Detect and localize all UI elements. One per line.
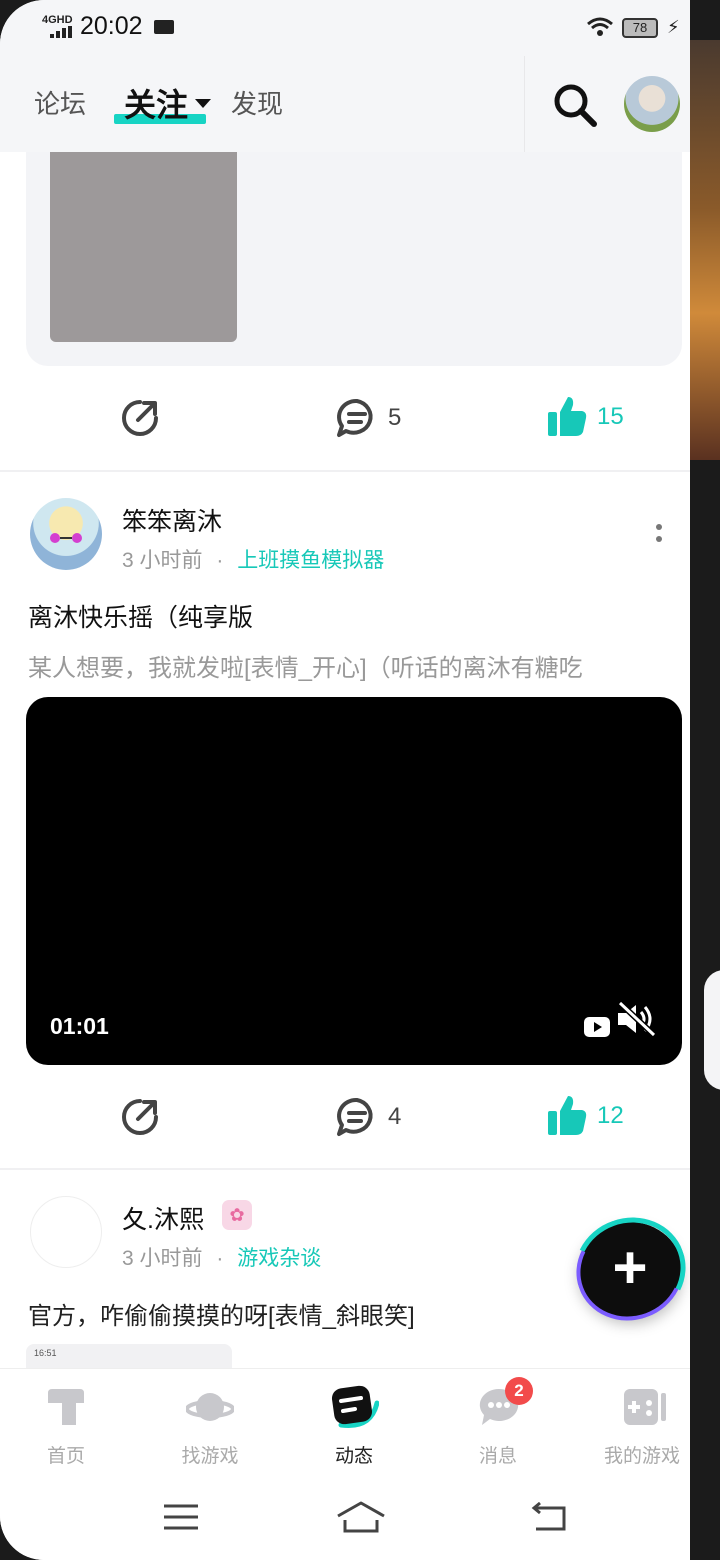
- post-meta: 3 小时前 · 上班摸鱼模拟器: [122, 544, 384, 574]
- tab-feed[interactable]: 动态: [289, 1369, 419, 1481]
- unread-badge: 2: [505, 1377, 533, 1405]
- tab-find-games[interactable]: 找游戏: [145, 1369, 275, 1481]
- share-icon[interactable]: [120, 1097, 160, 1137]
- create-post-button[interactable]: +: [559, 1201, 690, 1339]
- tab-find-games-label: 找游戏: [181, 1446, 239, 1467]
- tab-discover[interactable]: 发现: [231, 84, 283, 121]
- tab-feed-label: 动态: [334, 1446, 373, 1467]
- user-badge-icon: ✿: [222, 1200, 252, 1230]
- mute-icon[interactable]: [614, 999, 658, 1039]
- tab-my-games[interactable]: 我的游戏: [577, 1369, 690, 1481]
- tab-home[interactable]: 首页: [1, 1369, 131, 1481]
- more-options-icon[interactable]: [656, 524, 662, 548]
- avatar-glasses: [50, 533, 82, 543]
- topic-link[interactable]: 游戏杂谈: [237, 1247, 321, 1270]
- menu-icon[interactable]: [162, 1502, 200, 1532]
- chevron-down-icon[interactable]: [195, 99, 211, 108]
- post-title[interactable]: 离沐快乐摇（纯享版: [28, 598, 253, 634]
- comment-count: 5: [388, 404, 402, 431]
- video-player[interactable]: 01:01: [26, 697, 682, 1065]
- network-type: 4GHD: [42, 14, 73, 26]
- thumbs-up-icon[interactable]: [546, 394, 588, 438]
- planet-icon: [186, 1393, 234, 1421]
- video-duration: 01:01: [50, 1013, 109, 1039]
- post-text[interactable]: 某人想要，我就发啦[表情_开心]（听话的离沐有糖吃: [28, 648, 683, 683]
- post-divider: [0, 1168, 690, 1170]
- meta-separator: ·: [216, 1247, 224, 1270]
- app-window: 4GHD 20:02 78 ⚡ 论坛 关注 发现 5 15 笨笨离沐 3 小时前…: [0, 0, 690, 1560]
- like-count: 12: [597, 1102, 624, 1129]
- post-divider: [0, 470, 690, 472]
- like-count: 15: [597, 403, 624, 430]
- battery-icon: 78: [622, 18, 658, 38]
- clock: 20:02: [80, 12, 143, 40]
- user-avatar[interactable]: [624, 76, 680, 132]
- camera-indicator-icon: [154, 20, 174, 34]
- post-text[interactable]: 官方，咋偷偷摸摸的呀[表情_斜眼笑]: [28, 1296, 415, 1331]
- system-nav-bar: [0, 1480, 690, 1560]
- author-avatar[interactable]: [30, 498, 102, 570]
- gamepad-icon: [624, 1389, 666, 1425]
- tab-messages[interactable]: 2 消息: [433, 1369, 563, 1481]
- background-card: [704, 970, 720, 1090]
- feed: 5 15 笨笨离沐 3 小时前 · 上班摸鱼模拟器 离沐快乐摇（纯享版 某人想要…: [0, 152, 690, 1368]
- home-nav-icon[interactable]: [336, 1500, 386, 1534]
- comment-icon[interactable]: [336, 1097, 378, 1137]
- tab-messages-label: 消息: [478, 1446, 517, 1467]
- back-icon[interactable]: [530, 1502, 568, 1532]
- comment-count: 4: [388, 1103, 402, 1130]
- tab-following[interactable]: 关注: [124, 80, 188, 126]
- bottom-tab-bar: 首页 找游戏 动态 2 消息 我的游戏: [0, 1368, 690, 1480]
- post-image-preview[interactable]: 16:51: [26, 1344, 232, 1368]
- author-name[interactable]: 笨笨离沐: [122, 502, 222, 538]
- tab-forum[interactable]: 论坛: [34, 84, 86, 121]
- comment-icon[interactable]: [336, 398, 378, 438]
- share-icon[interactable]: [120, 398, 160, 438]
- post-actions: 5 15: [0, 388, 690, 448]
- topic-link[interactable]: 上班摸鱼模拟器: [237, 549, 384, 572]
- tab-my-games-label: 我的游戏: [603, 1446, 680, 1467]
- meta-separator: ·: [216, 549, 224, 572]
- status-bar: 4GHD 20:02 78 ⚡: [0, 0, 690, 56]
- post-meta: 3 小时前 · 游戏杂谈: [122, 1242, 321, 1272]
- post-time: 3 小时前: [122, 549, 203, 572]
- post-image[interactable]: [50, 152, 237, 342]
- wifi-icon: [587, 17, 613, 36]
- post-time: 3 小时前: [122, 1247, 203, 1270]
- background-wallpaper: [688, 40, 720, 460]
- feed-icon: [331, 1385, 379, 1429]
- signal-icon: [50, 26, 72, 38]
- home-icon: [48, 1389, 84, 1425]
- post-actions: 4 12: [0, 1087, 690, 1147]
- thumbs-up-icon[interactable]: [546, 1093, 588, 1137]
- author-avatar[interactable]: [30, 1196, 102, 1268]
- charging-icon: ⚡: [667, 17, 680, 37]
- top-nav: 论坛 关注 发现: [0, 56, 690, 152]
- tab-home-label: 首页: [46, 1446, 85, 1467]
- author-name[interactable]: 夂.沐熙: [122, 1200, 204, 1236]
- play-icon: [584, 1017, 610, 1037]
- nav-divider: [524, 56, 525, 152]
- search-icon[interactable]: [552, 82, 598, 128]
- preview-time: 16:51: [34, 1348, 57, 1358]
- plus-icon: +: [612, 1234, 648, 1301]
